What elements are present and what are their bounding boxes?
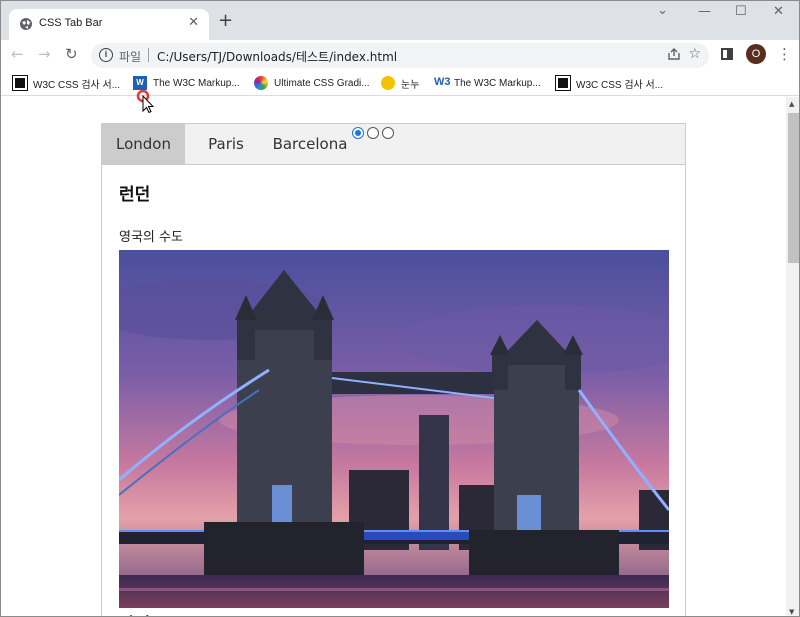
bookmark-label: W3C CSS 검사 서... (33, 79, 121, 91)
next-city-title: 파리 (119, 610, 150, 616)
page-viewport: London Paris Barcelona 런던 영국의 수도 (1, 97, 786, 616)
maximize-button[interactable]: ☐ (735, 4, 747, 19)
radio-london[interactable] (352, 127, 364, 139)
bookmark-label: W3C CSS 검사 서... (576, 79, 664, 91)
close-tab-icon[interactable]: ✕ (188, 15, 199, 30)
radio-barcelona[interactable] (382, 127, 394, 139)
scroll-up-icon[interactable]: ▲ (789, 100, 794, 108)
bookmark-star-icon[interactable]: ☆ (688, 46, 701, 62)
scroll-down-icon[interactable]: ▼ (789, 608, 794, 616)
vertical-scrollbar[interactable]: ▲ ▼ (786, 97, 799, 616)
tower-bridge-photo (119, 250, 669, 608)
scheme-label: 파일 (119, 50, 142, 64)
bookmark-item[interactable]: W3C CSS 검사 서... (12, 74, 121, 92)
tab-radio-group (352, 127, 394, 139)
bookmarks-bar: W3C CSS 검사 서... W The W3C Markup... Ulti… (1, 70, 799, 96)
share-icon[interactable] (667, 47, 681, 61)
url-text[interactable]: C:/Users/TJ/Downloads/테스트/index.html (157, 48, 397, 65)
tab-panel-london: 런던 영국의 수도 (119, 180, 669, 616)
bookmark-item[interactable]: W3 The W3C Markup... (434, 74, 541, 92)
browser-toolbar: ← → ↻ i 파일 C:/Users/TJ/Downloads/테스트/ind… (1, 40, 799, 70)
radio-paris[interactable] (367, 127, 379, 139)
w3c-validator-icon (12, 75, 28, 91)
bookmark-item[interactable]: W3C CSS 검사 서... (555, 74, 664, 92)
bookmark-label: 눈누 (401, 79, 420, 91)
reload-button[interactable]: ↻ (65, 45, 78, 63)
bookmark-label: Ultimate CSS Gradi... (274, 77, 370, 89)
tab-title: CSS Tab Bar (39, 17, 103, 29)
new-tab-button[interactable]: + (218, 12, 233, 30)
tab-strip: CSS Tab Bar ✕ + ⌄ — ☐ ✕ (1, 1, 799, 40)
menu-icon[interactable]: ⋮ (777, 45, 792, 63)
browser-window: CSS Tab Bar ✕ + ⌄ — ☐ ✕ ← → ↻ i 파일 C:/Us… (0, 0, 800, 617)
close-window-button[interactable]: ✕ (773, 4, 784, 19)
city-tab-bar: London Paris Barcelona (102, 124, 685, 165)
minimize-button[interactable]: — (698, 4, 711, 19)
tab-barcelona[interactable]: Barcelona (272, 124, 348, 165)
site-info-icon[interactable]: i (99, 48, 113, 62)
tab-paris[interactable]: Paris (198, 124, 254, 165)
forward-button[interactable]: → (38, 45, 51, 63)
w3c-logo-icon: W3 (434, 76, 451, 88)
mouse-cursor-icon (136, 89, 154, 113)
globe-icon (20, 18, 32, 30)
city-description: 영국의 수도 (119, 230, 183, 245)
browser-tab-active[interactable]: CSS Tab Bar ✕ (9, 9, 209, 40)
address-bar[interactable]: i 파일 C:/Users/TJ/Downloads/테스트/index.htm… (91, 43, 709, 68)
omnibox-divider (148, 48, 149, 62)
tab-london[interactable]: London (102, 124, 185, 165)
bookmark-label: The W3C Markup... (153, 77, 240, 89)
noonnu-icon (381, 76, 395, 90)
city-title: 런던 (119, 185, 151, 205)
bookmark-item[interactable]: Ultimate CSS Gradi... (254, 74, 370, 92)
profile-avatar[interactable]: O (746, 44, 766, 64)
bookmark-item[interactable]: 눈누 (381, 74, 419, 92)
w3c-markup-icon: W (133, 76, 147, 90)
back-button[interactable]: ← (11, 45, 24, 63)
side-panel-icon[interactable] (721, 48, 733, 60)
tab-container: London Paris Barcelona 런던 영국의 수도 (101, 123, 686, 616)
w3c-validator-icon (555, 75, 571, 91)
gradient-icon (254, 76, 268, 90)
tab-search-icon[interactable]: ⌄ (657, 3, 668, 18)
bookmark-label: The W3C Markup... (454, 77, 541, 89)
scrollbar-thumb[interactable] (788, 113, 799, 263)
